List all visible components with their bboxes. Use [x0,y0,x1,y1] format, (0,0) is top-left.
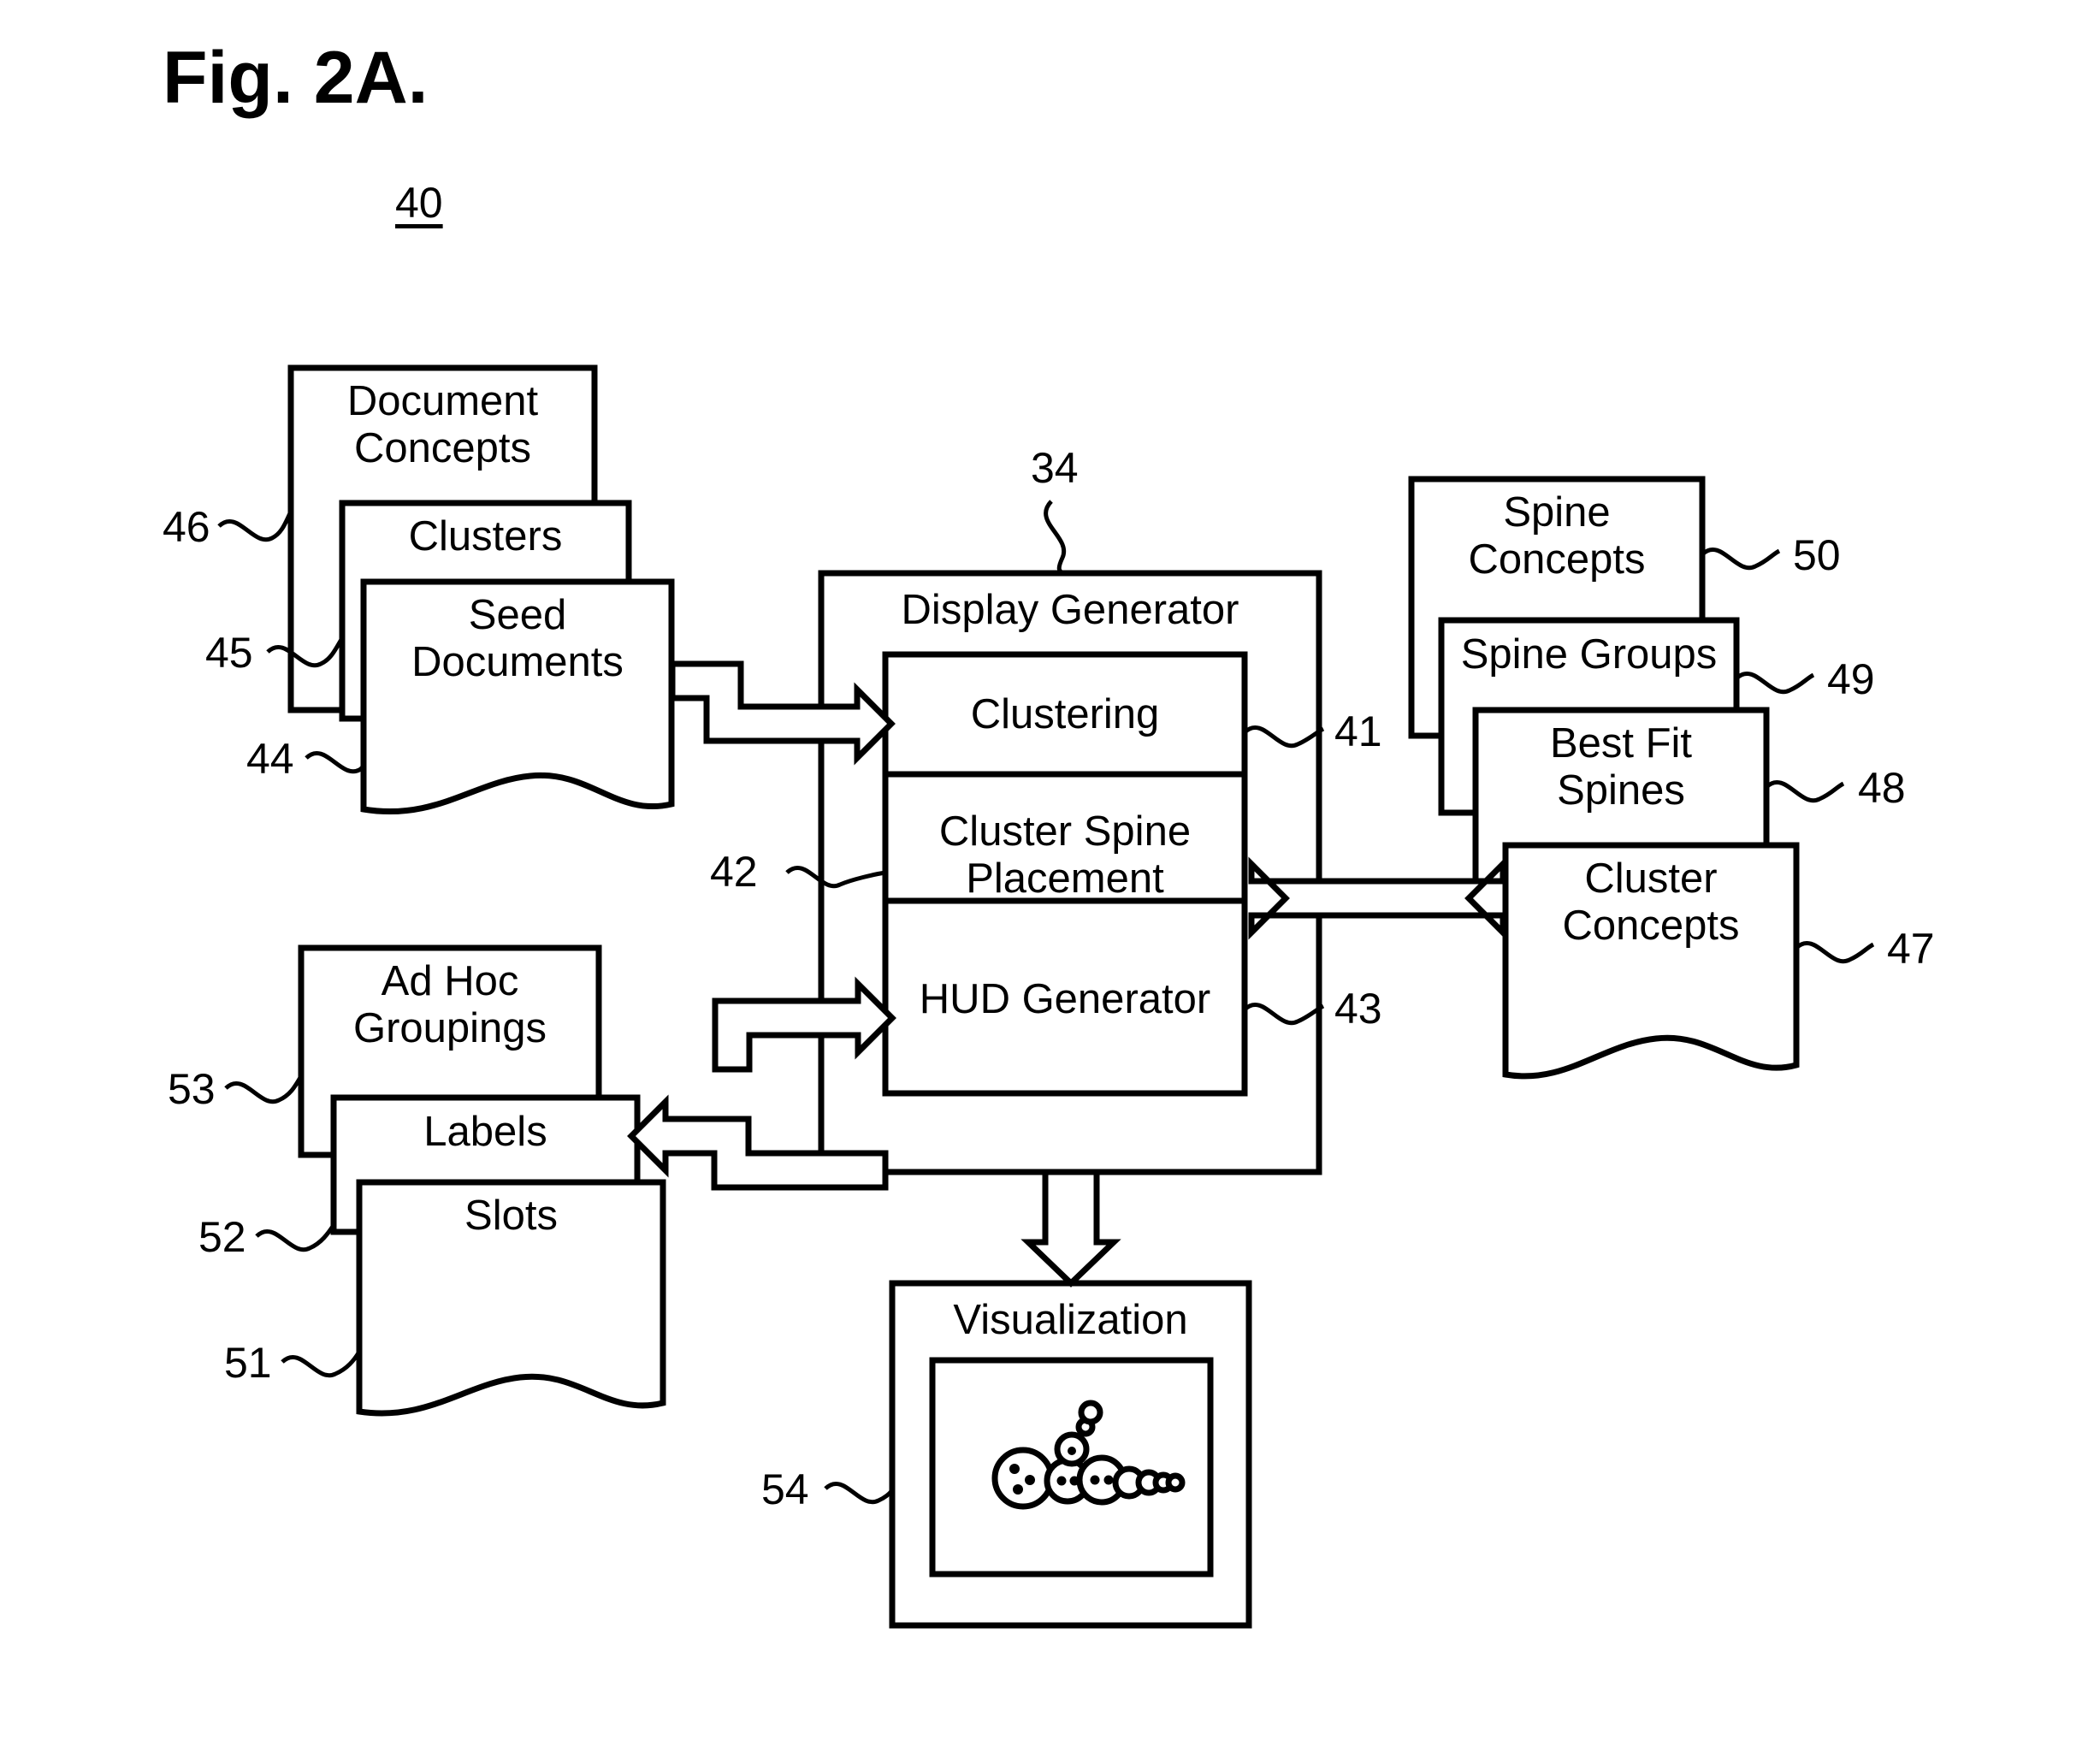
figure-2a: Fig. 2A. 40 Document Concepts Clusters S… [0,0,2100,1764]
leader-52 [255,1223,336,1252]
card-label-seed-documents: Seed Documents [411,592,624,686]
card-label-spine-concepts: Spine Concepts [1468,489,1646,583]
card-label-ad-hoc-groupings: Ad Hoc Groupings [352,958,547,1052]
ref-50: 50 [1793,531,1841,579]
ref-46: 46 [163,503,210,551]
leader-54 [824,1481,894,1505]
card-label-labels: Labels [423,1109,547,1155]
ref-45: 45 [205,629,253,677]
leader-34 [1044,500,1067,575]
leader-51 [281,1350,362,1378]
leader-44 [305,750,366,774]
card-label-cluster-concepts: Cluster Concepts [1562,855,1740,950]
leader-50 [1701,547,1781,571]
leader-48 [1765,779,1845,803]
ref-34: 34 [1031,444,1079,492]
display-generator-title: Display Generator [901,587,1239,633]
card-label-slots: Slots [464,1193,558,1239]
module-label-clustering: Clustering [970,691,1160,737]
ref-42: 42 [710,848,758,896]
arrow-display-generator-to-visualization [1020,1169,1121,1287]
ref-47: 47 [1887,925,1935,973]
ref-51: 51 [224,1339,272,1387]
module-label-hud-generator: HUD Generator [919,976,1211,1022]
card-label-document-concepts: Document Concepts [346,378,539,472]
leader-47 [1795,940,1875,964]
card-label-clusters: Clusters [408,513,563,559]
leader-53 [224,1074,304,1104]
leader-49 [1735,671,1815,695]
page-title: Fig. 2A. [163,37,429,119]
leader-46 [217,510,293,542]
ref-44: 44 [246,735,294,783]
ref-54: 54 [761,1465,809,1513]
ref-43: 43 [1334,985,1382,1033]
system-reference-number: 40 [395,179,443,227]
ref-53: 53 [168,1065,216,1113]
module-label-cluster-spine-placement: Cluster Spine Placement [938,808,1192,903]
ref-48: 48 [1858,764,1906,812]
ref-49: 49 [1827,655,1875,703]
ref-41: 41 [1334,707,1382,755]
ref-52: 52 [198,1213,246,1261]
visualization-title: Visualization [953,1297,1188,1343]
card-label-best-fit-spines: Best Fit Spines [1549,720,1693,814]
card-label-spine-groups: Spine Groups [1460,631,1718,678]
